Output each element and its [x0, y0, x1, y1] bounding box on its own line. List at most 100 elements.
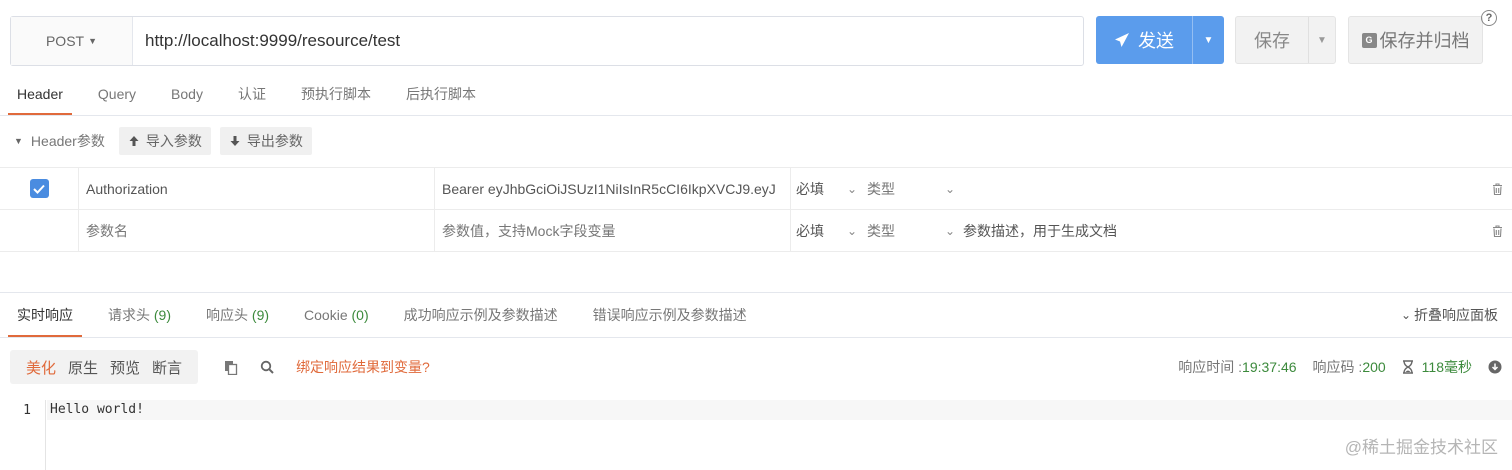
response-meta: 响应时间 : 19:37:46 响应码 : 200 118毫秒 — [1178, 357, 1502, 377]
tab-label: Cookie — [304, 307, 348, 323]
request-bar: POST ▼ http://localhost:9999/resource/te… — [10, 16, 1084, 66]
check-icon — [33, 184, 45, 194]
save-and-archive-button[interactable]: G 保存并归档 — [1348, 16, 1483, 64]
trash-icon — [1492, 224, 1502, 237]
method-label: POST — [45, 33, 85, 49]
copy-button[interactable] — [224, 360, 238, 375]
tab-label: 成功响应示例及参数描述 — [403, 307, 558, 323]
param-value-input[interactable]: Bearer eyJhbGciOiJSUzI1NiIsInR5cCI6IkpXV… — [435, 168, 791, 209]
view-mode-assert[interactable]: 断言 — [152, 357, 182, 378]
save-dropdown-button[interactable]: ▼ — [1308, 17, 1335, 63]
response-time-label: 响应时间 : — [1178, 359, 1243, 375]
caret-down-icon: ▼ — [1317, 34, 1327, 46]
tab-label: 认证 — [237, 85, 266, 102]
arrow-up-icon — [129, 136, 139, 146]
delete-row-button[interactable] — [1482, 210, 1512, 251]
type-select[interactable]: 类型 ⌄ — [863, 210, 957, 251]
code-line: Hello world! — [47, 400, 1512, 420]
line-number: 1 — [23, 403, 31, 418]
row-checkbox-cell — [0, 210, 79, 251]
tab-label: 响应头 — [206, 307, 249, 323]
paper-plane-icon — [1115, 33, 1129, 47]
tab-request-headers[interactable]: 请求头 (9) — [108, 293, 171, 337]
type-select[interactable]: 类型 ⌄ — [863, 168, 957, 209]
send-label: 发送 — [1138, 31, 1174, 51]
send-button-group: 发送 ▼ — [1096, 16, 1224, 64]
row-checkbox-cell — [0, 168, 79, 209]
view-mode-beautify[interactable]: 美化 — [26, 357, 56, 378]
search-button[interactable] — [260, 360, 274, 374]
view-mode-preview[interactable]: 预览 — [110, 357, 140, 378]
param-desc-input[interactable]: 参数描述，用于生成文档 — [957, 210, 1482, 251]
tab-success-example[interactable]: 成功响应示例及参数描述 — [404, 293, 558, 337]
save-label: 保存 — [1254, 31, 1290, 51]
send-button[interactable]: 发送 — [1096, 16, 1192, 64]
param-value-placeholder: 参数值，支持Mock字段变量 — [442, 222, 616, 239]
tab-header[interactable]: Header — [8, 72, 72, 115]
param-name-input[interactable]: Authorization — [79, 168, 435, 209]
send-dropdown-button[interactable]: ▼ — [1192, 16, 1224, 64]
view-mode-raw[interactable]: 原生 — [68, 357, 98, 378]
url-input[interactable]: http://localhost:9999/resource/test — [133, 17, 1083, 65]
chevron-down-icon: ⌄ — [944, 181, 955, 196]
tab-label: 错误响应示例及参数描述 — [592, 307, 747, 323]
download-button[interactable] — [1488, 360, 1502, 374]
tab-label: Body — [171, 85, 203, 102]
tab-body[interactable]: Body — [171, 72, 203, 115]
save-button-group: 保存 ▼ — [1235, 16, 1336, 64]
url-value: http://localhost:9999/resource/test — [145, 31, 401, 50]
required-select[interactable]: 必填 ⌄ — [791, 210, 863, 251]
chevron-down-icon: ⌄ — [846, 223, 857, 238]
response-code-value: 200 — [1362, 359, 1386, 375]
tab-pre-script[interactable]: 预执行脚本 — [301, 72, 371, 115]
collapse-caret-icon[interactable]: ▼ — [14, 136, 23, 146]
table-row: Authorization Bearer eyJhbGciOiJSUzI1NiI… — [0, 168, 1512, 210]
search-icon — [260, 360, 274, 374]
export-params-button[interactable]: 导出参数 — [219, 127, 312, 155]
tab-label: 实时响应 — [17, 307, 73, 323]
tab-response-headers[interactable]: 响应头 (9) — [206, 293, 269, 337]
header-params-title: Header参数 — [30, 133, 105, 149]
header-params-bar: ▼ Header参数 导入参数 导出参数 — [0, 126, 321, 156]
required-select[interactable]: 必填 ⌄ — [791, 168, 863, 209]
arrow-down-icon — [230, 136, 240, 146]
tab-post-script[interactable]: 后执行脚本 — [406, 72, 476, 115]
tab-label: 后执行脚本 — [405, 85, 476, 102]
header-params-table: Authorization Bearer eyJhbGciOiJSUzI1NiI… — [0, 167, 1512, 252]
chevron-down-icon: ⌄ — [846, 181, 857, 196]
double-chevron-down-icon: ⌄ — [1400, 308, 1411, 322]
param-value: Bearer eyJhbGciOiJSUzI1NiIsInR5cCI6IkpXV… — [442, 180, 776, 197]
tab-error-example[interactable]: 错误响应示例及参数描述 — [593, 293, 747, 337]
param-desc-placeholder: 参数描述，用于生成文档 — [963, 222, 1117, 239]
tab-cookie[interactable]: Cookie (0) — [304, 293, 369, 337]
delete-row-button[interactable] — [1482, 168, 1512, 209]
tab-query[interactable]: Query — [98, 72, 136, 115]
required-label: 必填 — [796, 180, 824, 197]
chevron-down-icon: ⌄ — [944, 223, 955, 238]
help-icon[interactable]: ? — [1481, 10, 1497, 26]
save-archive-label: 保存并归档 — [1379, 31, 1470, 51]
tab-label: 请求头 — [108, 307, 150, 323]
export-label: 导出参数 — [246, 133, 303, 149]
response-body-editor[interactable]: 1 Hello world! — [0, 400, 1512, 470]
type-label: 类型 — [867, 222, 895, 239]
param-value-input[interactable]: 参数值，支持Mock字段变量 — [435, 210, 791, 251]
hourglass-icon — [1402, 360, 1413, 374]
row-checkbox[interactable] — [29, 179, 49, 198]
param-name-input[interactable]: 参数名 — [79, 210, 435, 251]
response-toolbar: 美化 原生 预览 断言 绑定响应结果到变量? 响应时间 : 19:37:46 响… — [10, 350, 1502, 384]
save-button[interactable]: 保存 — [1236, 17, 1308, 63]
tab-label: 预执行脚本 — [300, 85, 371, 102]
collapse-response-panel-button[interactable]: ⌄ 折叠响应面板 — [1401, 293, 1498, 337]
param-desc-input[interactable] — [957, 168, 1482, 209]
import-params-button[interactable]: 导入参数 — [118, 127, 211, 155]
request-tabs: Header Query Body 认证 预执行脚本 后执行脚本 — [0, 72, 1512, 116]
method-select[interactable]: POST ▼ — [11, 17, 133, 65]
archive-icon: G — [1361, 32, 1377, 48]
bind-variable-link[interactable]: 绑定响应结果到变量? — [296, 357, 430, 377]
response-time-value: 19:37:46 — [1242, 359, 1297, 375]
response-time: 响应时间 : 19:37:46 — [1178, 357, 1296, 377]
tab-live-response[interactable]: 实时响应 — [8, 293, 82, 337]
table-row: 参数名 参数值，支持Mock字段变量 必填 ⌄ 类型 ⌄ 参数描述，用于生成文档 — [0, 210, 1512, 252]
tab-auth[interactable]: 认证 — [238, 72, 266, 115]
